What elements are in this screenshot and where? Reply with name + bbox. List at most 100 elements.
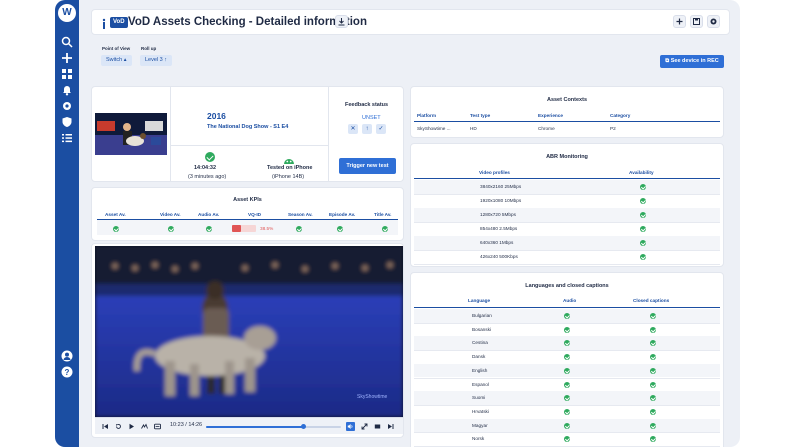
language-name: Norsk bbox=[472, 436, 485, 442]
context-header[interactable]: Experience bbox=[538, 113, 563, 118]
abr-ok-icon bbox=[640, 240, 646, 246]
language-name: Suomi bbox=[472, 395, 486, 401]
abr-header-availability[interactable]: Availability bbox=[629, 170, 654, 175]
audio-ok-icon bbox=[564, 422, 570, 429]
language-name: Espanol bbox=[472, 381, 489, 387]
language-header[interactable]: Language bbox=[468, 298, 490, 303]
skip-forward-icon[interactable] bbox=[387, 423, 394, 430]
captions-ok-icon bbox=[650, 408, 656, 415]
save-icon bbox=[693, 18, 700, 25]
page-header: VoD VoD Assets Checking - Detailed infor… bbox=[91, 9, 730, 35]
captions-ok-icon bbox=[650, 422, 656, 429]
plus-icon[interactable] bbox=[61, 52, 73, 64]
info-icon bbox=[101, 17, 107, 29]
add-button[interactable] bbox=[673, 15, 686, 28]
kpi-header[interactable]: Audio Av. bbox=[198, 212, 219, 217]
download-button[interactable] bbox=[335, 15, 348, 28]
roll-up-select[interactable]: Level 3 ↑ bbox=[140, 55, 173, 66]
help-icon[interactable]: ? bbox=[61, 366, 73, 378]
asset-name[interactable]: The National Dog Show - S1 E4 bbox=[207, 124, 288, 130]
asset-contexts-card bbox=[410, 86, 724, 138]
asset-kpis-title: Asset KPIs bbox=[233, 197, 262, 203]
captions-ok-icon bbox=[650, 313, 656, 319]
asset-thumbnail bbox=[95, 113, 167, 155]
languages-title: Languages and closed captions bbox=[525, 283, 609, 289]
abr-title: ABR Monitoring bbox=[546, 154, 588, 160]
abr-profile: 854x480 2.5Mbps bbox=[480, 226, 518, 231]
replay-icon[interactable] bbox=[115, 423, 122, 430]
vqid-value: 38.5% bbox=[260, 226, 274, 231]
device-name: (iPhone 14B) bbox=[272, 174, 305, 180]
trigger-new-test-button[interactable]: Trigger new test bbox=[339, 158, 396, 174]
roll-up-label: Roll up bbox=[141, 46, 157, 51]
volume-icon[interactable] bbox=[346, 422, 355, 431]
language-name: Hrvatski bbox=[472, 408, 489, 414]
settings-icon[interactable] bbox=[61, 100, 73, 112]
asset-year: 2016 bbox=[207, 111, 226, 121]
kpi-ok-icon bbox=[296, 226, 302, 232]
playback-time: 10:23 / 14:26 bbox=[170, 422, 203, 428]
captions-icon[interactable] bbox=[154, 423, 161, 430]
video-player[interactable]: SkyShowtime bbox=[95, 246, 403, 417]
context-cell: HD bbox=[470, 126, 477, 131]
gear-icon bbox=[710, 18, 717, 25]
kpi-header[interactable]: Asset Av. bbox=[105, 212, 126, 217]
abr-ok-icon bbox=[640, 184, 646, 190]
feedback-status: UNSET bbox=[362, 115, 381, 121]
kpi-ok-icon bbox=[337, 226, 343, 232]
user-avatar-icon[interactable] bbox=[61, 350, 73, 362]
test-time-ago: (3 minutes ago) bbox=[188, 174, 227, 180]
speed-icon[interactable] bbox=[141, 423, 148, 430]
abr-ok-icon bbox=[640, 226, 646, 232]
status-ok-icon bbox=[205, 152, 215, 162]
kpi-header[interactable]: Season Av. bbox=[288, 212, 313, 217]
language-name: Bosanski bbox=[472, 326, 492, 332]
kpi-ok-icon bbox=[382, 226, 388, 232]
language-name: Dansk bbox=[472, 354, 486, 360]
feedback-accept-button[interactable]: ✓ bbox=[376, 124, 386, 134]
vqid-bar bbox=[232, 225, 256, 232]
language-header[interactable]: Audio bbox=[563, 298, 576, 303]
bell-icon[interactable] bbox=[61, 84, 73, 96]
language-header[interactable]: Closed captions bbox=[633, 298, 669, 303]
video-watermark: SkyShowtime bbox=[357, 394, 388, 400]
context-cell: P2 bbox=[610, 126, 616, 131]
context-header[interactable]: Test type bbox=[470, 113, 490, 118]
kpi-header[interactable]: Video Av. bbox=[160, 212, 181, 217]
stop-icon[interactable] bbox=[374, 423, 381, 430]
seek-handle[interactable] bbox=[300, 424, 306, 429]
play-icon[interactable] bbox=[128, 423, 135, 430]
context-header[interactable]: Category bbox=[610, 113, 630, 118]
shield-icon[interactable] bbox=[61, 116, 73, 128]
abr-profile: 1920x1080 10Mbps bbox=[480, 198, 522, 203]
kpi-header[interactable]: Title Av. bbox=[374, 212, 391, 217]
point-of-view-select[interactable]: Switch ▴ bbox=[101, 55, 132, 66]
save-button[interactable] bbox=[690, 15, 703, 28]
kpi-header[interactable]: Episode Av. bbox=[329, 212, 355, 217]
language-name: Bulgarian bbox=[472, 313, 492, 318]
abr-profile: 640x360 1Mbps bbox=[480, 240, 514, 245]
page-badge: VoD bbox=[110, 17, 128, 28]
fullscreen-icon[interactable] bbox=[361, 423, 368, 430]
seek-bar[interactable] bbox=[206, 424, 341, 429]
search-icon[interactable] bbox=[61, 36, 73, 48]
feedback-reject-button[interactable]: ✕ bbox=[348, 124, 358, 134]
app-logo[interactable]: W bbox=[58, 4, 76, 22]
tested-on-label: Tested on iPhone bbox=[267, 165, 313, 171]
kpi-header[interactable]: VQ-ID bbox=[248, 212, 261, 217]
feedback-up-button[interactable]: ↑ bbox=[362, 124, 372, 134]
abr-ok-icon bbox=[640, 212, 646, 218]
context-cell: SkyShowtime ... bbox=[417, 126, 451, 131]
skip-back-icon[interactable] bbox=[102, 423, 109, 430]
device-icon bbox=[283, 152, 295, 164]
dashboard-icon[interactable] bbox=[61, 68, 73, 80]
see-device-in-rec-button[interactable]: ⧉ See device in REC bbox=[660, 55, 724, 68]
abr-header-profiles[interactable]: Video profiles bbox=[479, 170, 510, 175]
checklist-icon[interactable] bbox=[61, 132, 73, 144]
context-header[interactable]: Platform bbox=[417, 113, 436, 118]
feedback-title: Feedback status bbox=[345, 102, 389, 108]
settings-button[interactable] bbox=[707, 15, 720, 28]
svg-text:?: ? bbox=[65, 368, 70, 377]
abr-profile: 3840x2160 25Mbps bbox=[480, 184, 522, 189]
point-of-view-label: Point of View bbox=[102, 46, 131, 51]
